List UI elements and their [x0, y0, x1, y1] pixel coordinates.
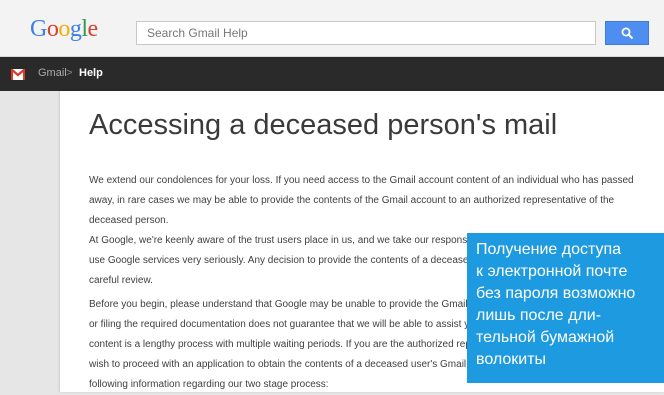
breadcrumb-bar: Gmail > Help — [0, 57, 664, 91]
caption-overlay: Получение доступа к электронной почте бе… — [467, 233, 664, 383]
caption-line: Получение доступа — [476, 241, 622, 258]
caption-line: волокиты — [476, 351, 547, 368]
caption-line: лишь после дли- — [476, 307, 602, 324]
page-title: Accessing a deceased person's mail — [89, 109, 558, 141]
breadcrumb-gmail[interactable]: Gmail — [38, 67, 67, 79]
caption-line: без пароля возможно — [476, 285, 636, 302]
breadcrumb-separator: > — [66, 67, 73, 79]
search-button[interactable] — [605, 21, 649, 45]
search-input[interactable] — [137, 22, 595, 44]
search-box — [136, 21, 596, 45]
search-icon — [621, 27, 634, 40]
google-logo[interactable]: Google — [30, 16, 98, 43]
caption-line: тельной бумажной — [476, 329, 615, 346]
help-header: Google — [0, 0, 664, 57]
logo-letter: o — [46, 16, 59, 42]
logo-letter: g — [69, 16, 82, 42]
logo-letter: G — [30, 16, 47, 42]
caption-line: к электронной почте — [476, 263, 628, 280]
logo-letter: o — [58, 16, 70, 42]
gmail-icon[interactable] — [11, 69, 25, 80]
breadcrumb-help: Help — [79, 67, 103, 79]
logo-letter: e — [87, 16, 99, 42]
article-paragraph: We extend our condolences for your loss.… — [89, 175, 634, 226]
